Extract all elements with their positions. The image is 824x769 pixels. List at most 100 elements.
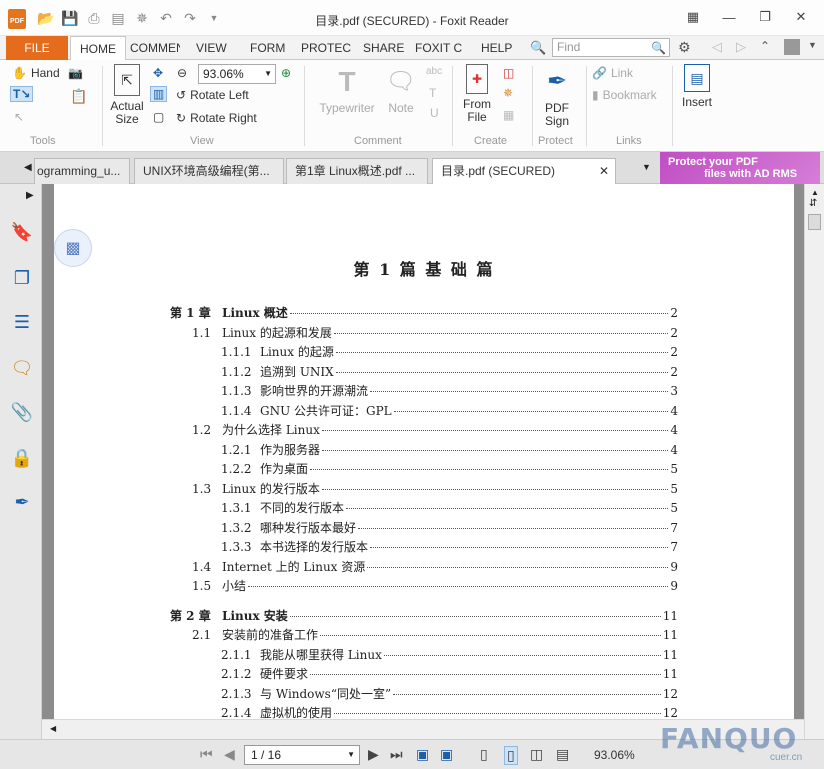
toc-section-row[interactable]: 1.1.1 Linux 的起源 2 <box>170 343 678 363</box>
toc-section-row[interactable]: 1.1.4 GNU 公共许可证：GPL 4 <box>170 402 678 422</box>
find-folder-icon[interactable]: 🔍 <box>530 40 546 56</box>
toc-section-row[interactable]: 1.3.1 不同的发行版本 5 <box>170 499 678 519</box>
scan-icon[interactable]: ▦ <box>503 108 514 122</box>
tab-foxit-cloud[interactable]: FOXIT C <box>415 36 465 60</box>
toc-section-row[interactable]: 2.1.1 我能从哪里获得 Linux 11 <box>170 646 678 666</box>
zoom-select[interactable]: 93.06% ▼ <box>198 64 276 84</box>
undo-icon[interactable]: ↶ <box>156 8 176 28</box>
collapse-ribbon-icon[interactable]: ⌃ <box>760 39 770 53</box>
pdf-sign-button[interactable]: ✒ PDF Sign <box>538 64 576 128</box>
search-input[interactable]: Find 🔍 <box>552 38 670 57</box>
user-dropdown-icon[interactable]: ▼ <box>808 40 817 50</box>
note-button[interactable]: 🗨 Note <box>384 64 418 115</box>
nav-back-icon[interactable]: ◁ <box>712 39 722 55</box>
tab-file[interactable]: FILE <box>6 36 68 60</box>
select-annotation-icon[interactable]: ↖ <box>14 110 24 124</box>
tab-form[interactable]: FORM <box>250 36 285 60</box>
split-icon[interactable]: ⇵ <box>809 198 817 209</box>
blank-page-icon[interactable]: ✵ <box>503 86 513 100</box>
tab-scroll-left-icon[interactable]: ◀ <box>24 162 32 173</box>
nav-forward-icon[interactable]: ▷ <box>736 39 746 55</box>
single-page-icon[interactable]: ▯ <box>480 746 488 763</box>
doc-tab[interactable]: 第1章 Linux概述.pdf ... <box>286 158 428 184</box>
qat-dropdown-icon[interactable]: ▼ <box>204 8 224 28</box>
zoom-level[interactable]: 93.06% <box>594 748 635 762</box>
toc-section-row[interactable]: 1.1.2 追溯到 UNIX 2 <box>170 363 678 383</box>
previous-view-icon[interactable]: ▣ <box>416 746 429 763</box>
actual-size-button[interactable]: ⇱ Actual Size <box>108 64 146 126</box>
doc-tab[interactable]: UNIX环境高级编程(第... <box>134 158 284 184</box>
first-page-icon[interactable]: ⏮ <box>200 746 213 763</box>
expand-panel-icon[interactable]: ▶ <box>26 190 34 201</box>
continuous-facing-icon[interactable]: ▤ <box>556 746 569 763</box>
vertical-scrollbar[interactable]: ▲ ⇵ <box>804 184 824 739</box>
tab-comment[interactable]: COMMEN <box>130 36 180 60</box>
search-icon[interactable]: 🔍 <box>651 40 666 57</box>
snapshot-icon[interactable]: 📷 <box>68 66 83 80</box>
signatures-icon[interactable]: ✒ <box>10 490 34 514</box>
open-folder-icon[interactable]: 📂 <box>36 8 56 28</box>
toc-section-row[interactable]: 1.3.2 哪种发行版本最好 7 <box>170 519 678 539</box>
user-avatar[interactable] <box>784 39 800 55</box>
layout-icon[interactable]: ▦ <box>678 6 708 28</box>
toc-section-row[interactable]: 2.1.3 与 Windows“同处一室” 12 <box>170 685 678 705</box>
toc-section-row[interactable]: 1.2.2 作为桌面 5 <box>170 460 678 480</box>
scroll-left-icon[interactable]: ◀ <box>50 724 56 733</box>
link-button[interactable]: 🔗 Link <box>592 66 633 80</box>
select-text-button[interactable]: T↘ <box>10 86 34 102</box>
from-file-button[interactable]: ✚ From File <box>460 64 494 124</box>
comments-icon[interactable]: 🗨 <box>10 356 34 380</box>
security-lock-icon[interactable]: 🔒 <box>10 446 34 470</box>
tab-help[interactable]: HELP <box>481 36 512 60</box>
close-tab-icon[interactable]: ✕ <box>599 159 609 183</box>
page-number-select[interactable]: 1 / 16 ▼ <box>244 745 360 765</box>
toc-section-row[interactable]: 1.5 小结 9 <box>170 577 678 597</box>
previous-page-icon[interactable]: ◀ <box>224 746 235 763</box>
create-pdf-icon[interactable]: ◫ <box>503 66 514 80</box>
tab-list-dropdown-icon[interactable]: ▼ <box>642 162 651 172</box>
toc-section-row[interactable]: 1.1 Linux 的起源和发展 2 <box>170 324 678 344</box>
tab-protect[interactable]: PROTEC <box>301 36 351 60</box>
layers-icon[interactable]: ☰ <box>10 310 34 334</box>
doc-tab[interactable]: ogramming_u... <box>34 158 130 184</box>
pages-icon[interactable]: ❐ <box>10 266 34 290</box>
toc-section-row[interactable]: 2.1 安装前的准备工作 11 <box>170 626 678 646</box>
fit-visible-icon[interactable]: ▢ <box>153 110 164 124</box>
close-button[interactable]: ✕ <box>786 6 816 28</box>
next-page-icon[interactable]: ▶ <box>368 746 379 763</box>
rotate-left-button[interactable]: ↺ Rotate Left <box>176 88 249 102</box>
restore-button[interactable]: ❐ <box>750 6 780 28</box>
print-icon[interactable]: ⎙ <box>84 8 104 28</box>
scroll-up-icon[interactable]: ▲ <box>811 188 819 197</box>
bookmark-button[interactable]: ▮ Bookmark <box>592 88 657 102</box>
underline-icon[interactable]: U <box>430 106 439 120</box>
clipboard-icon[interactable]: 📋 <box>70 88 87 105</box>
fit-width-icon[interactable]: ▥ <box>150 86 168 102</box>
new-icon[interactable]: ✵ <box>132 8 152 28</box>
toc-section-row[interactable]: 1.3 Linux 的发行版本 5 <box>170 480 678 500</box>
last-page-icon[interactable]: ⏭ <box>390 746 403 763</box>
tab-view[interactable]: VIEW <box>196 36 227 60</box>
insert-button[interactable]: ▤ Insert <box>678 64 716 109</box>
strikeout-icon[interactable]: T <box>429 86 436 100</box>
toc-chapter-row[interactable]: 第 2 章 Linux 安装 11 <box>170 607 678 627</box>
scroll-thumb[interactable] <box>808 214 821 230</box>
bookmarks-icon[interactable]: 🔖 <box>10 220 34 244</box>
redo-icon[interactable]: ↷ <box>180 8 200 28</box>
next-view-icon[interactable]: ▣ <box>440 746 453 763</box>
zoom-out-icon[interactable]: ⊖ <box>177 66 187 80</box>
doc-tab-active[interactable]: 目录.pdf (SECURED) ✕ <box>432 158 616 185</box>
hand-tool-button[interactable]: ✋ Hand <box>12 66 60 80</box>
fit-page-icon[interactable]: ✥ <box>153 66 163 80</box>
zoom-in-icon[interactable]: ⊕ <box>281 66 291 80</box>
gear-icon[interactable]: ⚙ <box>678 39 691 56</box>
toc-section-row[interactable]: 1.1.3 影响世界的开源潮流 3 <box>170 382 678 402</box>
toc-section-row[interactable]: 2.1.2 硬件要求 11 <box>170 665 678 685</box>
tab-share[interactable]: SHARE <box>363 36 404 60</box>
toc-section-row[interactable]: 1.4 Internet 上的 Linux 资源 9 <box>170 558 678 578</box>
attachments-icon[interactable]: 📎 <box>10 400 34 424</box>
toc-section-row[interactable]: 1.3.3 本书选择的发行版本 7 <box>170 538 678 558</box>
toc-section-row[interactable]: 1.2 为什么选择 Linux 4 <box>170 421 678 441</box>
tab-home[interactable]: HOME <box>70 36 126 61</box>
minimize-button[interactable]: — <box>714 6 744 28</box>
